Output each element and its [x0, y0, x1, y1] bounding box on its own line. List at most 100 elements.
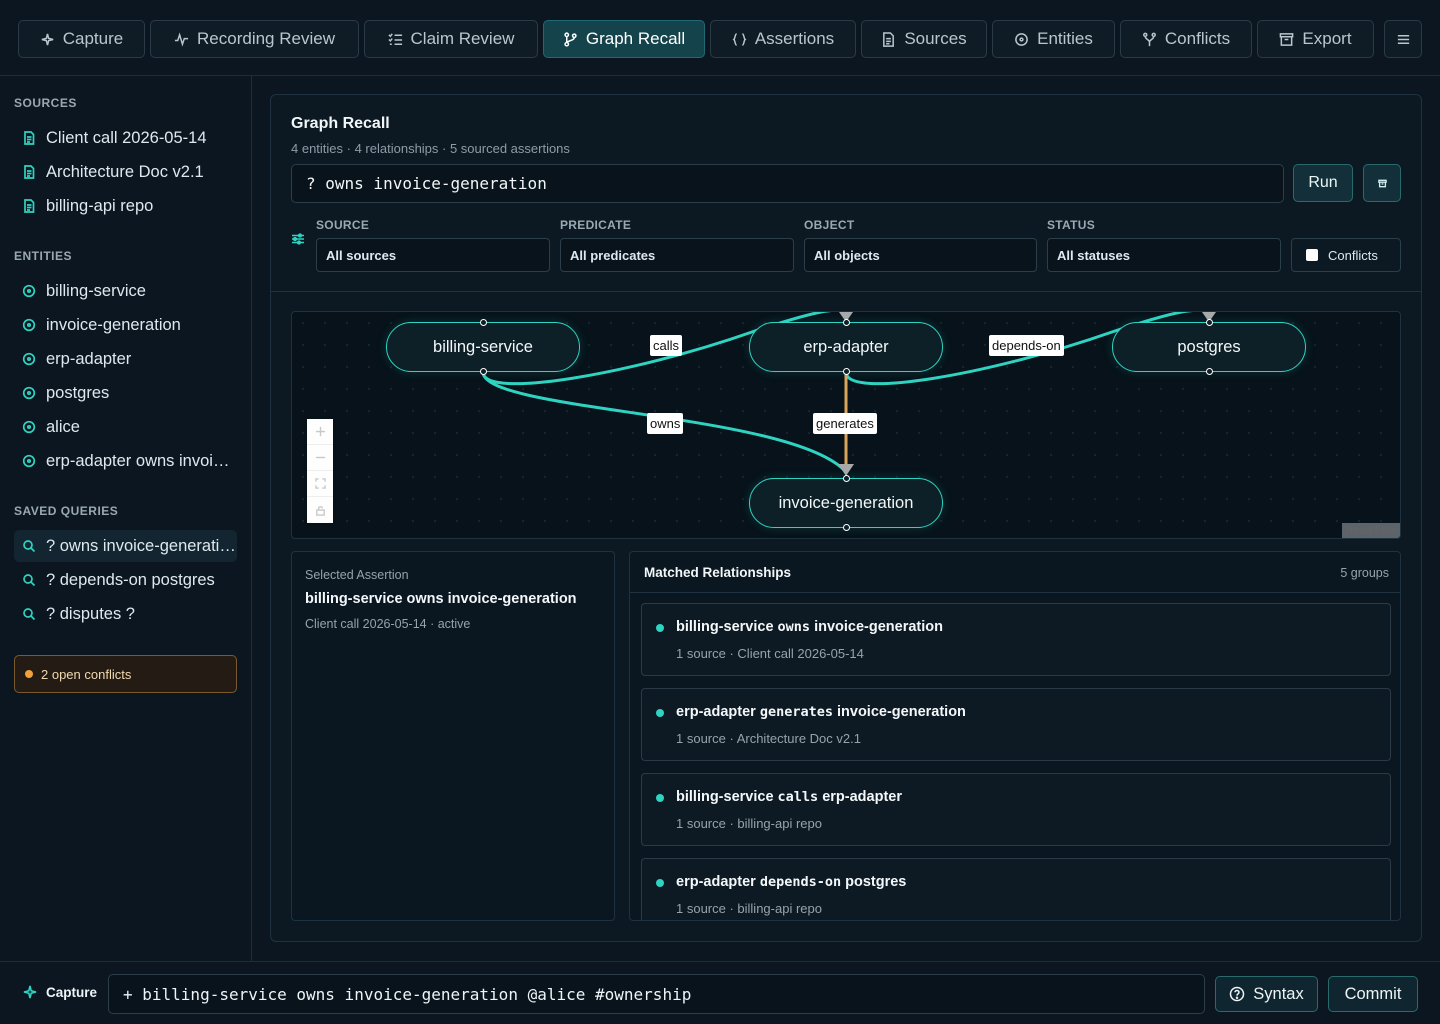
query-input[interactable]: ? owns invoice-generation	[291, 164, 1284, 203]
filter-icon[interactable]	[291, 232, 305, 246]
sidebar-item-label: billing-api repo	[46, 196, 154, 215]
zoom-in-button[interactable]	[307, 419, 333, 445]
edge-label-depends-on[interactable]: depends-on	[989, 335, 1064, 356]
top-navigation: Capture Recording Review Claim Review Gr…	[0, 0, 1440, 76]
sidebar-item-label: erp-adapter	[46, 349, 132, 368]
tab-conflicts[interactable]: Conflicts	[1120, 20, 1252, 58]
relationship-subject: erp-adapter	[676, 874, 756, 890]
circle-icon	[22, 454, 36, 468]
react-flow-attribution[interactable]: React Flow	[1341, 523, 1400, 538]
circle-icon	[22, 318, 36, 332]
sidebar-item-label: Client call 2026-05-14	[46, 128, 207, 147]
relationship-item[interactable]: erp-adapter generates invoice-generation…	[641, 688, 1391, 761]
saved-query-item[interactable]: ? depends-on postgres	[14, 564, 237, 596]
graph-node-billing-service[interactable]: billing-service	[386, 322, 580, 372]
search-icon	[22, 607, 36, 621]
tab-entities[interactable]: Entities	[992, 20, 1115, 58]
selected-assertion-meta: Client call 2026-05-14 · active	[305, 617, 471, 631]
sidebar-item-label: billing-service	[46, 281, 146, 300]
sidebar-item-label: Architecture Doc v2.1	[46, 162, 204, 181]
status-dot	[656, 879, 664, 887]
tab-recording-review[interactable]: Recording Review	[150, 20, 359, 58]
sidebar-source-item[interactable]: billing-api repo	[14, 190, 237, 222]
file-icon	[22, 131, 36, 145]
graph-node-invoice-generation[interactable]: invoice-generation	[749, 478, 943, 528]
graph-canvas[interactable]: billing-service erp-adapter postgres inv…	[291, 311, 1401, 539]
sidebar-source-item[interactable]: Architecture Doc v2.1	[14, 156, 237, 188]
relationship-object: postgres	[845, 874, 907, 890]
tab-assertions[interactable]: Assertions	[710, 20, 856, 58]
file-icon	[22, 165, 36, 179]
graph-node-postgres[interactable]: postgres	[1112, 322, 1306, 372]
node-handle[interactable]	[1206, 319, 1213, 326]
sidebar-entity-item[interactable]: postgres	[14, 377, 237, 409]
conflicts-checkbox[interactable]	[1306, 249, 1318, 261]
fit-view-button[interactable]	[307, 471, 333, 497]
sidebar-item-label: ? depends-on postgres	[46, 570, 215, 589]
saved-query-item[interactable]: ? disputes ?	[14, 598, 237, 630]
matched-relationships-count: 5 groups	[1340, 566, 1389, 580]
tab-label: Entities	[1037, 29, 1093, 48]
commit-button[interactable]: Commit	[1328, 976, 1418, 1012]
open-conflicts-badge[interactable]: 2 open conflicts	[14, 655, 237, 693]
matched-relationships-header: Matched Relationships 5 groups	[630, 552, 1400, 593]
sidebar-source-item[interactable]: Client call 2026-05-14	[14, 122, 237, 154]
lock-button[interactable]	[307, 497, 333, 523]
relationship-object: invoice-generation	[814, 619, 944, 635]
node-label: billing-service	[433, 337, 533, 356]
node-handle[interactable]	[480, 368, 487, 375]
status-dot	[656, 624, 664, 632]
tab-label: Sources	[904, 29, 967, 48]
tab-graph-recall[interactable]: Graph Recall	[543, 20, 705, 58]
sparkle-icon	[41, 33, 54, 45]
tab-capture[interactable]: Capture	[18, 20, 145, 58]
syntax-button[interactable]: Syntax	[1215, 976, 1318, 1012]
graph-summary: 4 entities · 4 relationships · 5 sourced…	[291, 141, 570, 156]
edge-label-generates[interactable]: generates	[813, 413, 877, 434]
predicate-filter-select[interactable]: All predicates	[560, 238, 794, 272]
file-icon	[22, 199, 36, 213]
sidebar-entity-item[interactable]: alice	[14, 411, 237, 443]
graph-node-erp-adapter[interactable]: erp-adapter	[749, 322, 943, 372]
capture-input[interactable]: + billing-service owns invoice-generatio…	[108, 974, 1205, 1014]
relationship-item[interactable]: billing-service calls erp-adapter 1 sour…	[641, 773, 1391, 846]
relationship-item[interactable]: erp-adapter depends-on postgres 1 source…	[641, 858, 1391, 920]
tab-sources[interactable]: Sources	[861, 20, 987, 58]
tab-label: Export	[1302, 29, 1352, 48]
object-filter-select[interactable]: All objects	[804, 238, 1037, 272]
tab-label: Capture	[62, 29, 124, 48]
sidebar-entity-item[interactable]: invoice-generation	[14, 309, 237, 341]
sidebar-entity-item[interactable]: billing-service	[14, 275, 237, 307]
tab-label: Claim Review	[410, 29, 515, 48]
node-handle[interactable]	[843, 319, 850, 326]
edge-label-owns[interactable]: owns	[647, 413, 684, 434]
conflicts-toggle[interactable]: Conflicts	[1291, 238, 1401, 272]
relationship-item[interactable]: billing-service owns invoice-generation …	[641, 603, 1391, 676]
sidebar-entity-item[interactable]: erp-adapter owns invoice-generation	[14, 445, 237, 477]
status-filter-select[interactable]: All statuses	[1047, 238, 1281, 272]
zoom-out-button[interactable]	[307, 445, 333, 471]
matched-relationships-title: Matched Relationships	[644, 565, 792, 580]
run-button[interactable]: Run	[1293, 164, 1353, 202]
node-handle[interactable]	[843, 368, 850, 375]
predicate-filter-label: PREDICATE	[560, 218, 632, 232]
sidebar-entity-item[interactable]: erp-adapter	[14, 343, 237, 375]
sidebar: SOURCES Client call 2026-05-14 Architect…	[0, 76, 252, 961]
menu-button[interactable]	[1384, 20, 1422, 58]
commit-button-label: Commit	[1344, 984, 1402, 1003]
capture-bar: Capture + billing-service owns invoice-g…	[0, 961, 1440, 1024]
node-handle[interactable]	[1206, 368, 1213, 375]
edge-label-calls[interactable]: calls	[650, 335, 683, 356]
saved-query-item[interactable]: ? owns invoice-generation	[14, 530, 237, 562]
tab-claim-review[interactable]: Claim Review	[364, 20, 538, 58]
tab-export[interactable]: Export	[1257, 20, 1374, 58]
node-handle[interactable]	[843, 475, 850, 482]
selected-assertion-caption: Selected Assertion	[305, 568, 409, 582]
node-handle[interactable]	[843, 524, 850, 531]
relationship-source: 1 source · Client call 2026-05-14	[676, 646, 864, 661]
source-filter-select[interactable]: All sources	[316, 238, 550, 272]
source-filter-label: SOURCE	[316, 218, 370, 232]
save-query-button[interactable]	[1363, 164, 1401, 202]
search-icon	[22, 539, 36, 553]
node-handle[interactable]	[480, 319, 487, 326]
